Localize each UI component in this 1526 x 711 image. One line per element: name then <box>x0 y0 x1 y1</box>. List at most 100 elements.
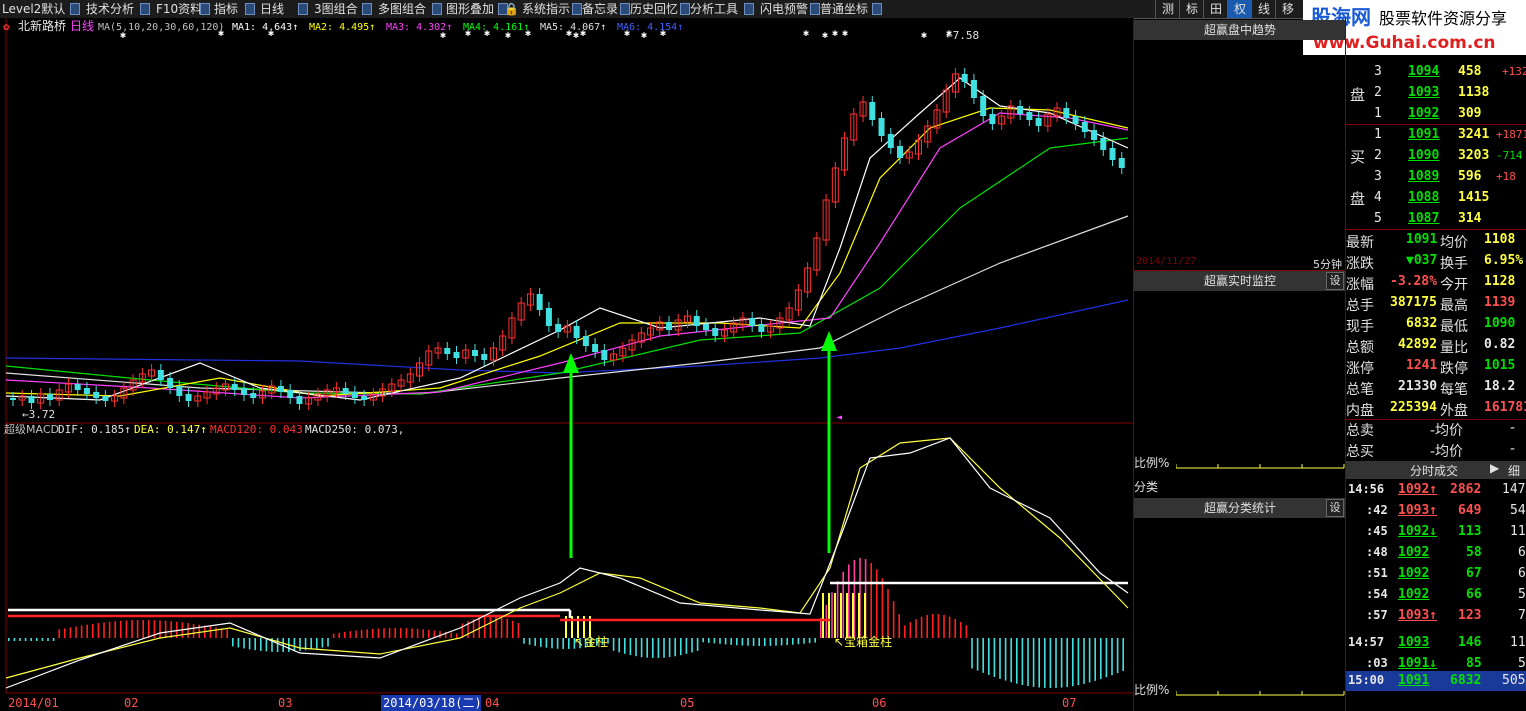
dropdown-icon[interactable] <box>620 3 630 15</box>
menu-coordinate[interactable]: 普通坐标 <box>820 0 868 18</box>
menu-daily[interactable]: 日线 <box>260 0 284 18</box>
measure-button[interactable]: 测 <box>1155 0 1180 18</box>
buy-side-label-2: 盘 <box>1350 190 1366 208</box>
tick-count: 11 <box>1510 524 1526 539</box>
macd-bar <box>730 638 732 645</box>
stat-value: -3.28% <box>1390 274 1437 289</box>
dropdown-icon[interactable] <box>200 3 210 15</box>
menu-multichart[interactable]: 多图组合 <box>378 0 426 18</box>
line-button[interactable]: 线 <box>1251 0 1276 18</box>
menu-analysis-tools[interactable]: 分析工具 <box>690 0 738 18</box>
move-button[interactable]: 移 <box>1275 0 1300 18</box>
buy-price[interactable]: 1087 <box>1408 211 1439 226</box>
kline-chart-area[interactable]: ✿ 北新路桥 日线 MA(5,10,20,30,60,120) MA1: 4.6… <box>0 18 1133 711</box>
candle-body <box>712 328 719 336</box>
buy-price[interactable]: 1089 <box>1408 169 1439 184</box>
candle-body <box>1100 138 1107 150</box>
dropdown-icon[interactable] <box>432 3 442 15</box>
sell-level: 2 <box>1374 85 1382 100</box>
x-tick-label: 06 <box>872 696 886 710</box>
x-tick-label: 03 <box>278 696 292 710</box>
candle-body <box>887 134 894 148</box>
macd-bar <box>316 638 318 649</box>
dropdown-icon[interactable] <box>140 3 150 15</box>
tick-price[interactable]: 1092↓ <box>1398 524 1437 539</box>
sell-price[interactable]: 1093 <box>1408 85 1439 100</box>
macd-bar <box>696 638 699 651</box>
tick-time: :54 <box>1366 587 1388 601</box>
candle-body <box>1017 106 1024 114</box>
macd-bar <box>41 638 44 641</box>
stat-value: 161781 <box>1484 400 1526 415</box>
tick-price[interactable]: 1093 <box>1398 635 1429 650</box>
stats-settings-button[interactable]: 设 <box>1326 499 1344 517</box>
tick-price[interactable]: 1092 <box>1398 566 1429 581</box>
buy-price[interactable]: 1090 <box>1408 148 1439 163</box>
sell-price[interactable]: 1094 <box>1408 64 1439 79</box>
macd-bar <box>909 622 912 638</box>
dropdown-icon[interactable] <box>298 3 308 15</box>
tick-price[interactable]: 1092 <box>1398 587 1429 602</box>
buy-price[interactable]: 1088 <box>1408 190 1439 205</box>
menu-system-hint[interactable]: 系统指示 <box>522 0 570 18</box>
tick-price[interactable]: 1093↑ <box>1398 503 1437 518</box>
buy-price[interactable]: 1091 <box>1408 127 1439 142</box>
grid-button[interactable]: 田 <box>1203 0 1228 18</box>
dropdown-icon[interactable] <box>810 3 820 15</box>
candle-body <box>702 324 709 330</box>
tick-price[interactable]: 1092 <box>1398 545 1429 560</box>
tick-price[interactable]: 1093↑ <box>1398 608 1437 623</box>
menu-flash-alert[interactable]: 闪电预警 <box>760 0 808 18</box>
ticks-expand-icon[interactable]: ▶ <box>1490 461 1499 475</box>
menu-indicator[interactable]: 指标 <box>214 0 238 18</box>
stat-key: 外盘 <box>1440 403 1468 419</box>
star-icon: ✱ <box>440 30 446 41</box>
dropdown-icon[interactable] <box>872 3 882 15</box>
stat-key: 总手 <box>1346 298 1374 314</box>
macd-bar <box>366 629 368 638</box>
candle-body <box>10 398 16 400</box>
dropdown-icon[interactable] <box>245 3 255 15</box>
menu-level2[interactable]: Level2默认 <box>2 0 65 18</box>
buy-volume: 1415 <box>1458 190 1490 205</box>
dropdown-icon[interactable] <box>680 3 690 15</box>
ticks-detail-button[interactable]: 细 <box>1508 462 1520 479</box>
macd-bar <box>1038 638 1040 688</box>
menu-f10[interactable]: F10资料 <box>156 0 202 18</box>
menu-memo[interactable]: 备忘录 <box>582 0 618 18</box>
low-price-label: ←3.72 <box>22 408 55 421</box>
candle-body <box>28 396 35 403</box>
mark-button[interactable]: 标 <box>1179 0 1204 18</box>
tick-price[interactable]: 1091 <box>1398 673 1429 688</box>
tick-price[interactable]: 1092↑ <box>1398 482 1437 497</box>
tick-price[interactable]: 1091↓ <box>1398 656 1437 671</box>
candle-body <box>231 384 238 390</box>
total-value: -均价 <box>1430 423 1464 439</box>
menu-tech-analysis[interactable]: 技术分析 <box>86 0 134 18</box>
star-icon: ✱ <box>842 28 848 39</box>
lock-icon[interactable]: 🔒 <box>504 0 519 18</box>
star-icon: ✱ <box>218 28 224 39</box>
dropdown-icon[interactable] <box>70 3 80 15</box>
menu-overlay[interactable]: 图形叠加 <box>446 0 494 18</box>
dropdown-icon[interactable] <box>572 3 582 15</box>
stat-key: 跌停 <box>1440 361 1468 377</box>
menu-history[interactable]: 历史回忆 <box>630 0 678 18</box>
macd-bar <box>456 633 458 638</box>
monitor-settings-button[interactable]: 设 <box>1326 272 1344 290</box>
dropdown-icon[interactable] <box>744 3 754 15</box>
dropdown-icon[interactable] <box>362 3 372 15</box>
weight-button[interactable]: 权 <box>1227 0 1252 18</box>
macd-bar <box>822 593 824 638</box>
macd-bar <box>920 616 923 638</box>
tick-count: 505 <box>1502 673 1526 688</box>
macd-bar <box>685 638 688 654</box>
menu-3chart[interactable]: 3图组合 <box>314 0 358 18</box>
marker-triangle-icon: ◄ <box>836 412 842 423</box>
candle-body <box>989 114 996 124</box>
macd-bar <box>321 638 324 648</box>
sell-price[interactable]: 1092 <box>1408 106 1439 121</box>
tick-time: :51 <box>1366 566 1388 580</box>
macd-bar <box>1105 638 1108 678</box>
stat-key: 涨跌 <box>1346 256 1374 272</box>
